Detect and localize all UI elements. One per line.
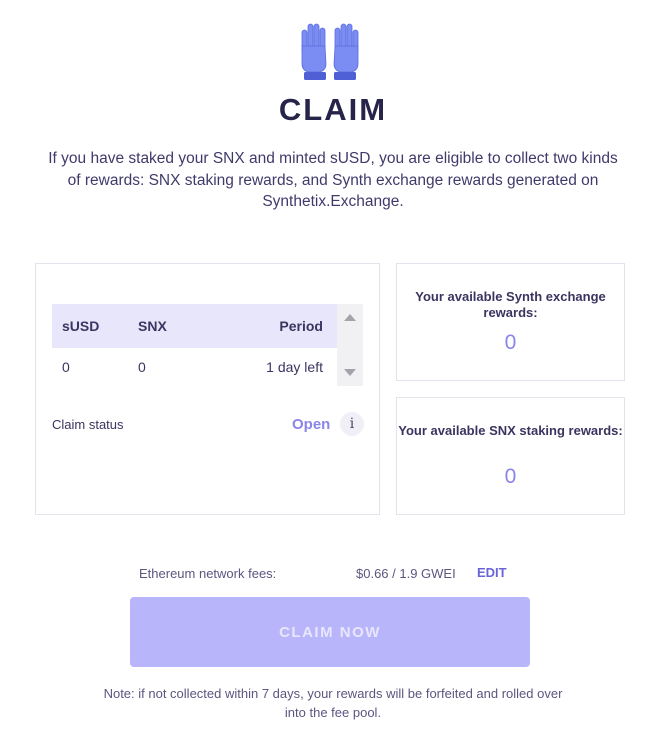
snx-rewards-card: Your available SNX staking rewards: 0 <box>396 397 625 515</box>
table-scrollbar[interactable] <box>337 304 363 386</box>
info-icon[interactable]: i <box>340 412 364 436</box>
column-header-susd: sUSD <box>62 318 100 334</box>
raised-hands-icon <box>301 23 359 80</box>
edit-fees-link[interactable]: EDIT <box>477 565 507 580</box>
network-fees-value: $0.66 / 1.9 GWEI <box>356 566 456 581</box>
synth-rewards-value: 0 <box>504 331 517 354</box>
table-header: sUSD SNX Period <box>52 304 337 348</box>
intro-text: If you have staked your SNX and minted s… <box>48 150 618 210</box>
expiry-note: Note: if not collected within 7 days, yo… <box>103 686 563 720</box>
claim-status-label: Claim status <box>52 417 124 432</box>
cell-period: 1 day left <box>266 359 323 375</box>
snx-rewards-value: 0 <box>504 465 517 488</box>
page-title: CLAIM <box>278 92 388 127</box>
synth-rewards-label: Your available Synth exchange rewards: <box>415 289 606 320</box>
synth-rewards-card: Your available Synth exchange rewards: 0 <box>396 263 625 381</box>
scroll-down-arrow-icon[interactable] <box>344 369 356 376</box>
claim-status-value: Open <box>292 416 331 433</box>
column-header-snx: SNX <box>138 318 167 334</box>
scroll-up-arrow-icon[interactable] <box>344 314 356 321</box>
claim-now-button[interactable]: CLAIM NOW <box>130 597 530 667</box>
column-header-period: Period <box>279 318 323 334</box>
rewards-table: sUSD SNX Period 0 0 1 day left <box>52 304 363 386</box>
table-row: 0 0 1 day left <box>52 348 337 386</box>
network-fees-label: Ethereum network fees: <box>139 566 277 581</box>
snx-rewards-label: Your available SNX staking rewards: <box>398 423 623 438</box>
cell-snx: 0 <box>138 359 146 375</box>
rewards-period-card: sUSD SNX Period 0 0 1 day left Claim sta… <box>35 263 380 515</box>
cell-susd: 0 <box>62 359 70 375</box>
